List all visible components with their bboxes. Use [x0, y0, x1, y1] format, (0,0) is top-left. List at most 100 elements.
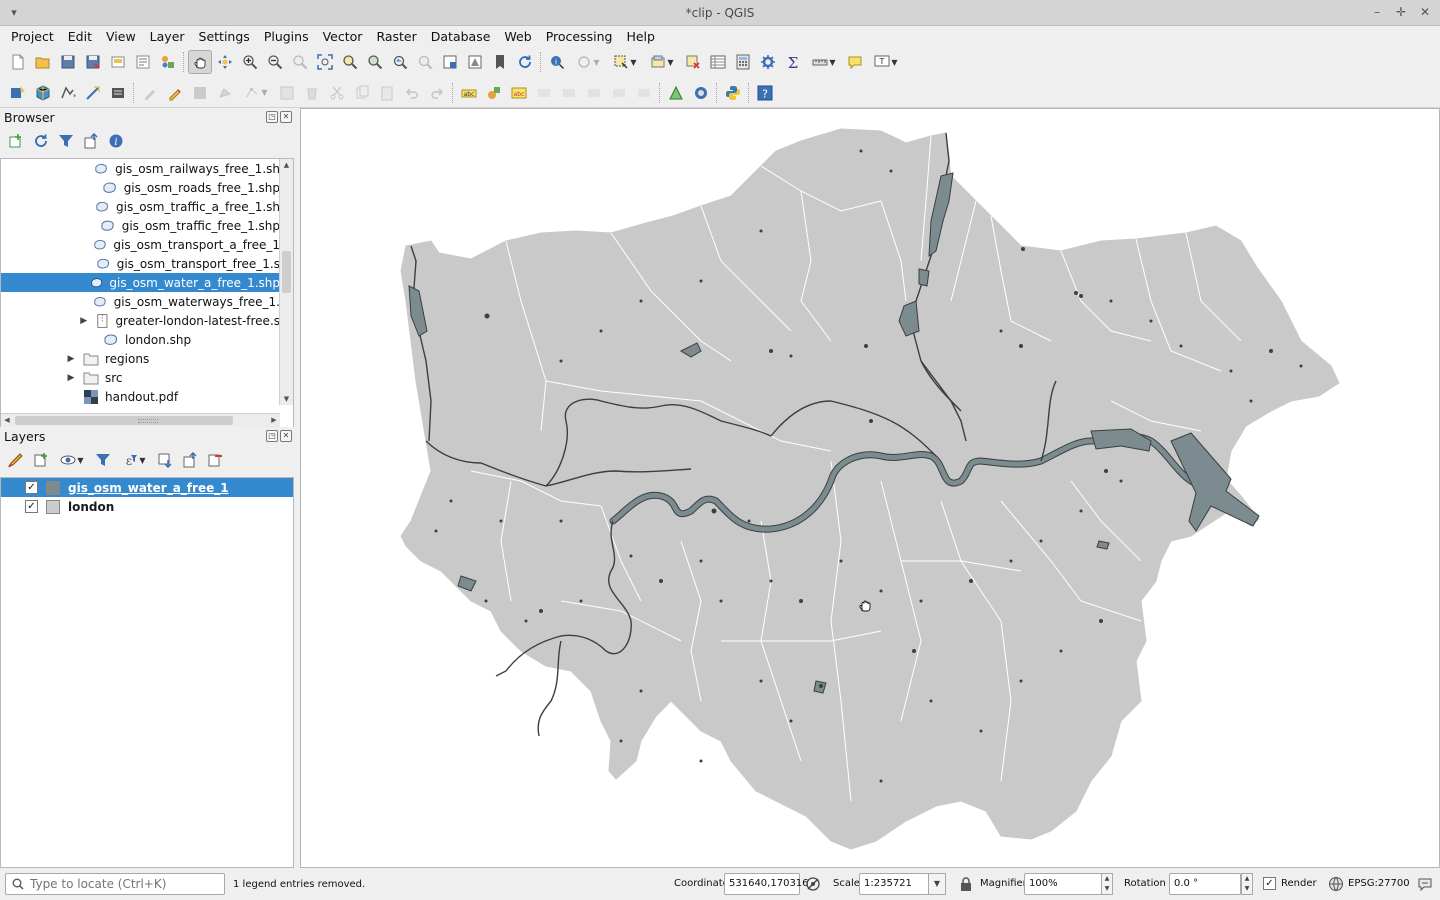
magnifier-field[interactable]: 100%	[1024, 873, 1102, 895]
expand-arrow-icon[interactable]: ▶	[65, 373, 77, 383]
menu-edit[interactable]: Edit	[61, 26, 99, 48]
new-project-icon[interactable]	[6, 50, 30, 74]
georeferencer-icon[interactable]	[689, 81, 713, 105]
zoom-to-layer-icon[interactable]	[363, 50, 387, 74]
crs-globe-icon[interactable]	[1328, 876, 1344, 892]
map-tips-icon[interactable]	[843, 50, 867, 74]
remove-layer-icon[interactable]	[203, 448, 227, 472]
open-project-icon[interactable]	[31, 50, 55, 74]
add-group-icon[interactable]	[29, 448, 53, 472]
map-canvas[interactable]	[300, 108, 1440, 868]
filter-by-expression-icon[interactable]: ε ▼	[116, 448, 152, 472]
browser-tree[interactable]: gis_osm_railways_free_1.sh gis_osm_roads…	[0, 158, 294, 428]
new-temporary-layer-icon[interactable]	[81, 81, 105, 105]
filter-legend-icon[interactable]	[91, 448, 115, 472]
scrollbar-thumb[interactable]	[15, 416, 233, 425]
browser-refresh-icon[interactable]	[29, 129, 53, 153]
cut-features-icon[interactable]	[325, 81, 349, 105]
add-virtual-layer-icon[interactable]	[106, 81, 130, 105]
layer-visibility-checkbox[interactable]: ✓	[25, 481, 38, 494]
refresh-icon[interactable]	[513, 50, 537, 74]
zoom-full-icon[interactable]	[313, 50, 337, 74]
close-panel-icon[interactable]: ✕	[280, 430, 292, 442]
menu-settings[interactable]: Settings	[192, 26, 257, 48]
locator-input[interactable]	[30, 877, 210, 891]
change-label-icon[interactable]	[632, 81, 656, 105]
menu-project[interactable]: Project	[4, 26, 61, 48]
scrollbar-thumb[interactable]	[282, 251, 291, 293]
statistical-summary-icon[interactable]: Σ	[781, 50, 805, 74]
manage-map-themes-icon[interactable]: ▼	[54, 448, 90, 472]
crs-label[interactable]: EPSG:27700	[1348, 878, 1410, 889]
menu-raster[interactable]: Raster	[369, 26, 423, 48]
new-3d-map-view-icon[interactable]	[463, 50, 487, 74]
delete-selected-icon[interactable]	[300, 81, 324, 105]
messages-icon[interactable]	[1417, 876, 1433, 892]
close-panel-icon[interactable]: ✕	[280, 111, 292, 123]
zoom-last-icon[interactable]	[388, 50, 412, 74]
zoom-in-icon[interactable]	[238, 50, 262, 74]
tree-item[interactable]: handout.pdf	[1, 387, 280, 406]
rotate-label-icon[interactable]	[607, 81, 631, 105]
pan-map-icon[interactable]	[188, 50, 212, 74]
save-project-icon[interactable]	[56, 50, 80, 74]
add-selected-layers-icon[interactable]	[4, 129, 28, 153]
minimize-icon[interactable]: –	[1370, 4, 1384, 20]
coordinate-field[interactable]: 531640,170316	[724, 873, 809, 895]
float-panel-icon[interactable]: ◳	[266, 111, 278, 123]
deselect-features-icon[interactable]	[681, 50, 705, 74]
expand-arrow-icon[interactable]: ▶	[65, 354, 77, 364]
paste-features-icon[interactable]	[375, 81, 399, 105]
identify-features-icon[interactable]: i	[545, 50, 569, 74]
data-source-manager-icon[interactable]	[6, 81, 30, 105]
collapse-all-icon[interactable]	[79, 129, 103, 153]
undo-icon[interactable]	[400, 81, 424, 105]
pin-labels-icon[interactable]	[532, 81, 556, 105]
show-hide-labels-icon[interactable]	[557, 81, 581, 105]
text-annotation-icon[interactable]: T ▼	[868, 50, 904, 74]
measure-line-icon[interactable]: ▼	[806, 50, 842, 74]
toggle-editing-icon[interactable]	[163, 81, 187, 105]
save-as-icon[interactable]	[81, 50, 105, 74]
python-console-icon[interactable]	[721, 81, 745, 105]
new-geopackage-layer-icon[interactable]	[31, 81, 55, 105]
filter-browser-icon[interactable]	[54, 129, 78, 153]
select-by-value-icon[interactable]: ▼	[644, 50, 680, 74]
layer-visibility-checkbox[interactable]: ✓	[25, 500, 38, 513]
menu-vector[interactable]: Vector	[316, 26, 370, 48]
browser-vertical-scrollbar[interactable]: ▲ ▼	[279, 159, 293, 405]
menu-plugins[interactable]: Plugins	[257, 26, 316, 48]
map-render[interactable]	[301, 109, 1440, 868]
scale-dropdown-icon[interactable]: ▼	[928, 873, 946, 895]
tree-item[interactable]: ▶ src	[1, 368, 280, 387]
rotation-spinner[interactable]: ▲ ▼	[1241, 873, 1253, 895]
layers-tree[interactable]: ✓ gis_osm_water_a_free_1 ✓ london	[0, 477, 294, 868]
tree-item[interactable]: gis_osm_traffic_free_1.shp	[1, 216, 280, 235]
expand-all-icon[interactable]	[153, 448, 177, 472]
scroll-down-icon[interactable]: ▼	[280, 393, 293, 405]
menu-web[interactable]: Web	[497, 26, 538, 48]
scroll-up-icon[interactable]: ▲	[280, 159, 293, 171]
open-layer-styling-icon[interactable]	[4, 448, 28, 472]
menu-processing[interactable]: Processing	[539, 26, 620, 48]
toggle-extents-icon[interactable]	[805, 876, 821, 892]
float-panel-icon[interactable]: ◳	[266, 430, 278, 442]
tree-item[interactable]: ▶ greater-london-latest-free.s	[1, 311, 280, 330]
tree-item[interactable]: gis_osm_waterways_free_1.	[1, 292, 280, 311]
pan-to-selection-icon[interactable]	[213, 50, 237, 74]
zoom-out-icon[interactable]	[263, 50, 287, 74]
style-manager-icon[interactable]	[156, 50, 180, 74]
close-icon[interactable]: ✕	[1418, 4, 1432, 20]
zoom-to-selection-icon[interactable]	[338, 50, 362, 74]
new-print-layout-icon[interactable]	[106, 50, 130, 74]
help-contents-icon[interactable]: ?	[753, 81, 777, 105]
zoom-next-icon[interactable]	[413, 50, 437, 74]
new-shapefile-layer-icon[interactable]: *	[56, 81, 80, 105]
properties-info-icon[interactable]: i	[104, 129, 128, 153]
scroll-right-icon[interactable]: ▶	[268, 414, 280, 427]
layer-item-gis-osm-water[interactable]: ✓ gis_osm_water_a_free_1	[1, 478, 293, 497]
open-attribute-table-icon[interactable]	[706, 50, 730, 74]
run-feature-action-icon[interactable]: ▼	[570, 50, 606, 74]
tree-item[interactable]: gis_osm_traffic_a_free_1.sh	[1, 197, 280, 216]
scroll-left-icon[interactable]: ◀	[1, 414, 13, 427]
